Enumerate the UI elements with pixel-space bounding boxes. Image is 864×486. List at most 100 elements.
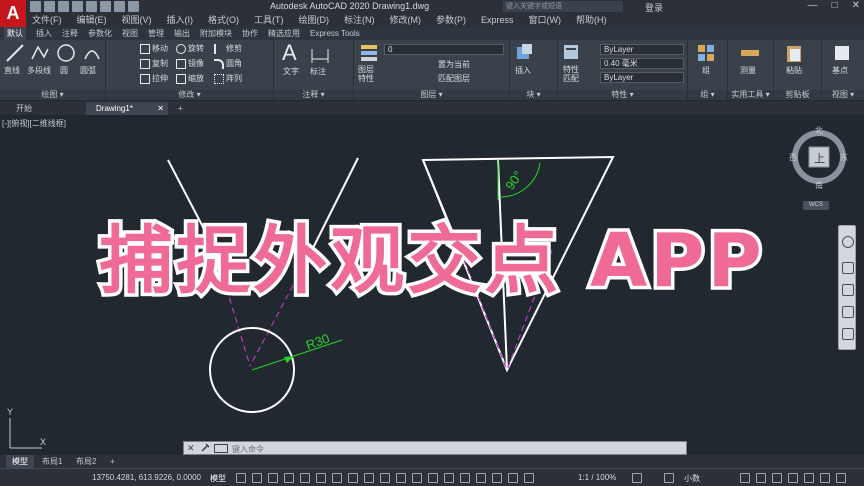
arc-tool-label[interactable]: 圆弧 xyxy=(80,65,96,76)
mirror-tool[interactable]: 镜像 xyxy=(176,58,204,69)
color-dropdown[interactable]: ByLayer xyxy=(600,44,684,55)
dimension-icon[interactable] xyxy=(310,45,330,65)
menu-item-9[interactable]: 参数(P) xyxy=(436,14,466,27)
3d-osnap-icon[interactable] xyxy=(428,473,438,483)
infer-constraints-icon[interactable] xyxy=(268,473,278,483)
new-tab-button[interactable]: + xyxy=(168,102,193,115)
layer-properties-label[interactable]: 图层 特性 xyxy=(358,65,374,83)
save-as-icon[interactable] xyxy=(72,1,83,12)
compass-north[interactable]: 北 xyxy=(815,126,823,135)
menu-item-3[interactable]: 插入(I) xyxy=(167,14,194,27)
tab-close-icon[interactable]: ✕ xyxy=(157,102,164,115)
angle-dimension-text[interactable]: 90° xyxy=(502,168,526,193)
clipboard-panel-label[interactable]: 剪贴板 xyxy=(774,90,821,100)
insert-block-label[interactable]: 插入 xyxy=(515,65,531,76)
properties-panel-label[interactable]: 特性 ▾ xyxy=(558,90,687,100)
close-button[interactable]: ✕ xyxy=(852,0,860,11)
scale-tool[interactable]: 缩放 xyxy=(176,73,204,84)
text-tool-label[interactable]: 文字 xyxy=(283,66,299,77)
ribbon-tab-0[interactable]: 默认 xyxy=(4,27,26,40)
layout-tab-3[interactable]: + xyxy=(104,455,121,468)
base-point-icon[interactable] xyxy=(832,43,852,63)
line-icon[interactable] xyxy=(5,43,25,63)
open-file-icon[interactable] xyxy=(44,1,55,12)
menu-item-6[interactable]: 绘图(D) xyxy=(299,14,330,27)
new-file-icon[interactable] xyxy=(30,1,41,12)
insert-block-icon[interactable] xyxy=(514,43,534,63)
isolate-objects-icon[interactable] xyxy=(772,473,782,483)
text-icon[interactable]: A xyxy=(282,40,297,66)
polyline-icon[interactable] xyxy=(30,43,50,63)
annotation-scale-icon[interactable] xyxy=(524,473,534,483)
ribbon-tab-4[interactable]: 视图 xyxy=(122,27,138,40)
menu-item-7[interactable]: 标注(N) xyxy=(344,14,375,27)
dimension-tool-label[interactable]: 标注 xyxy=(310,66,326,77)
search-input[interactable]: 键入关键字或短语 xyxy=(503,1,623,12)
menu-item-10[interactable]: Express xyxy=(481,14,514,27)
isodraft-icon[interactable] xyxy=(332,473,342,483)
lineweight-icon[interactable] xyxy=(380,473,390,483)
trim-tool[interactable]: 修剪 xyxy=(214,43,242,54)
pan-icon[interactable] xyxy=(842,262,854,274)
units-value[interactable]: 小数 xyxy=(684,473,700,484)
compass-south[interactable]: 南 xyxy=(815,180,823,190)
clean-screen-icon[interactable] xyxy=(804,473,814,483)
tab-start[interactable]: 开始 xyxy=(6,102,42,115)
ribbon-tab-8[interactable]: 协作 xyxy=(242,27,258,40)
layout-tab-1[interactable]: 布局1 xyxy=(36,455,68,468)
group-label[interactable]: 组 xyxy=(702,65,710,76)
circle-icon[interactable] xyxy=(56,43,76,63)
layout-tab-0[interactable]: 模型 xyxy=(6,455,34,468)
copy-tool[interactable]: 复制 xyxy=(140,58,168,69)
paste-label[interactable]: 粘贴 xyxy=(786,65,802,76)
fillet-tool[interactable]: 圆角 xyxy=(214,58,242,69)
menu-item-2[interactable]: 视图(V) xyxy=(122,14,152,27)
undo-icon[interactable] xyxy=(100,1,111,12)
viewcube[interactable]: 上 北 南 东 西 xyxy=(788,124,850,190)
login-button[interactable]: 登录 xyxy=(645,1,663,14)
wcs-menu[interactable]: WCS xyxy=(803,201,829,210)
polyline-tool-label[interactable]: 多段线 xyxy=(27,65,51,76)
object-snap-icon[interactable] xyxy=(364,473,374,483)
group-icon[interactable] xyxy=(696,43,716,63)
layout-tab-2[interactable]: 布局2 xyxy=(70,455,102,468)
ribbon-tab-1[interactable]: 插入 xyxy=(36,27,52,40)
annotation-panel-label[interactable]: 注释 ▾ xyxy=(274,90,353,100)
viewport-controls[interactable]: [-][俯视][二维线框] xyxy=(2,118,66,129)
polar-icon[interactable] xyxy=(316,473,326,483)
utilities-panel-label[interactable]: 实用工具 ▾ xyxy=(728,90,773,100)
ribbon-tab-5[interactable]: 管理 xyxy=(148,27,164,40)
block-panel-label[interactable]: 块 ▾ xyxy=(510,90,557,100)
command-input[interactable]: 键入命令 xyxy=(232,444,264,455)
selection-filter-icon[interactable] xyxy=(460,473,470,483)
measure-icon[interactable] xyxy=(740,43,760,63)
layers-panel-label[interactable]: 图层 ▾ xyxy=(354,90,509,100)
ortho-icon[interactable] xyxy=(300,473,310,483)
menu-item-5[interactable]: 工具(T) xyxy=(254,14,284,27)
menu-item-11[interactable]: 窗口(W) xyxy=(529,14,562,27)
ribbon-tab-3[interactable]: 参数化 xyxy=(88,27,112,40)
orbit-icon[interactable] xyxy=(842,306,854,318)
autocad-logo-button[interactable]: A xyxy=(0,0,26,27)
autoscale-icon[interactable] xyxy=(508,473,518,483)
minimize-button[interactable]: — xyxy=(808,0,818,11)
groups-panel-label[interactable]: 组 ▾ xyxy=(688,90,727,100)
command-customize-icon[interactable] xyxy=(200,443,210,455)
base-point-label[interactable]: 基点 xyxy=(832,65,848,76)
radius-dimension-text[interactable]: R30 xyxy=(304,331,332,353)
command-close-icon[interactable]: ✕ xyxy=(187,443,195,454)
layer-properties-icon[interactable] xyxy=(359,43,379,63)
grid-icon[interactable] xyxy=(236,473,246,483)
layer-dropdown[interactable]: 0 xyxy=(384,44,504,55)
annotation-monitor-icon[interactable] xyxy=(664,473,674,483)
lineweight-dropdown[interactable]: 0.40 毫米 xyxy=(600,58,684,69)
coordinates-readout[interactable]: 13750.4281, 613.9226, 0.0000 xyxy=(92,473,201,482)
model-space-button[interactable]: 模型 xyxy=(210,473,226,484)
annotation-scale-value[interactable]: 1:1 / 100% xyxy=(578,473,616,482)
ribbon-tab-9[interactable]: 精选应用 xyxy=(268,27,300,40)
match-properties-icon[interactable] xyxy=(562,43,582,63)
share-icon[interactable] xyxy=(128,1,139,12)
menu-item-0[interactable]: 文件(F) xyxy=(32,14,62,27)
ribbon-tab-6[interactable]: 输出 xyxy=(174,27,190,40)
dynamic-ucs-icon[interactable] xyxy=(444,473,454,483)
